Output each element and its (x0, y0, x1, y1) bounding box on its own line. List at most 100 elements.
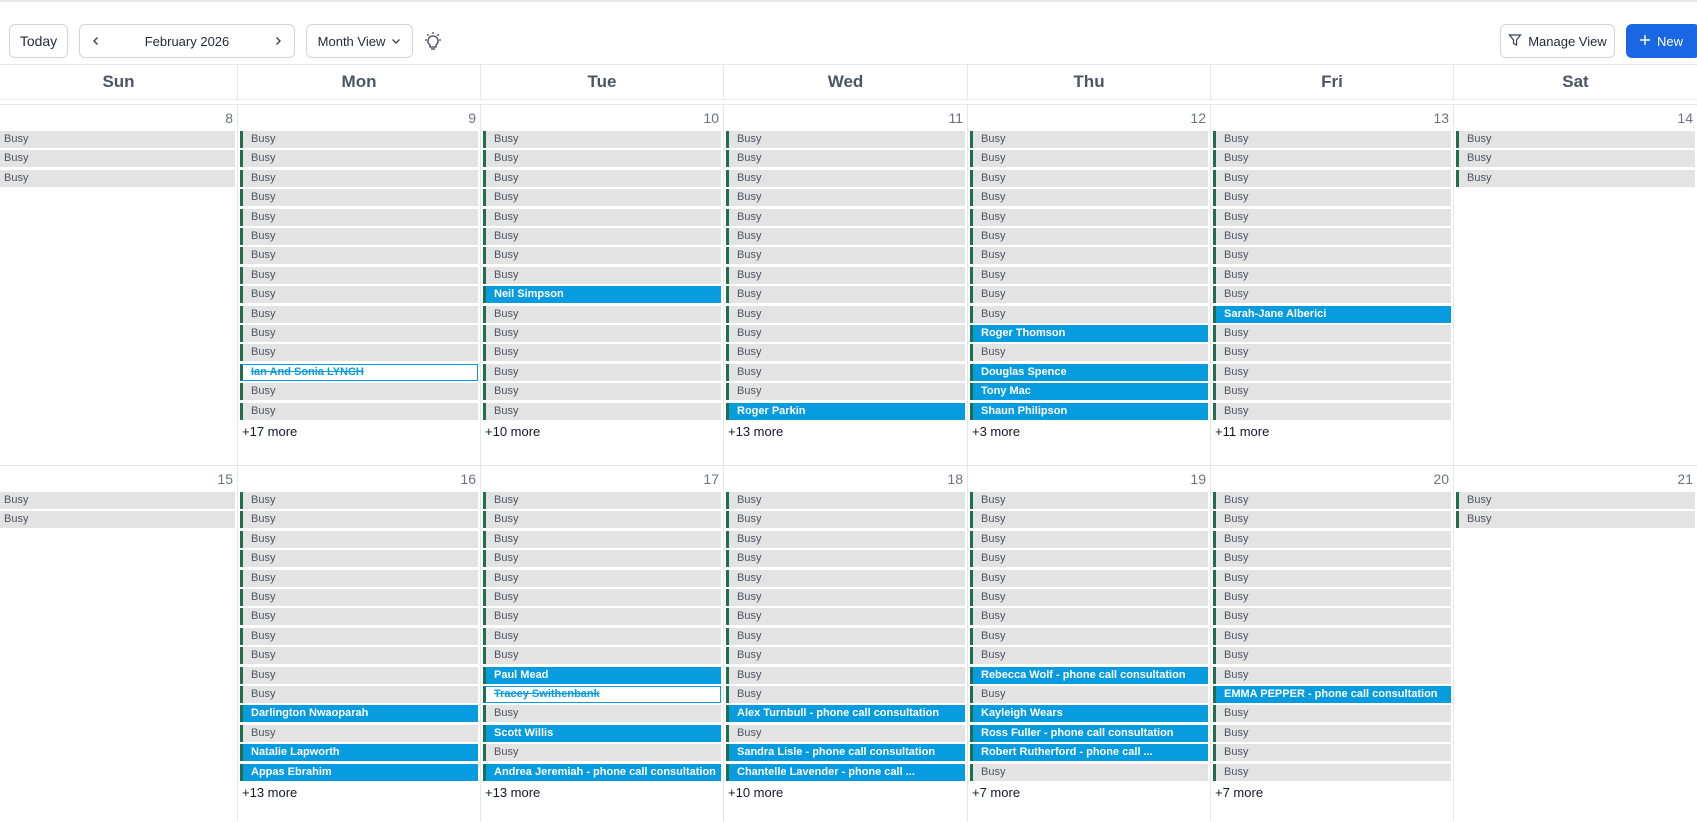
busy-event[interactable]: Busy (1213, 402, 1451, 420)
day-cell-21[interactable]: 21 Busy Busy (1454, 466, 1697, 822)
busy-event[interactable]: Busy (240, 344, 478, 362)
busy-event[interactable]: Busy (1213, 744, 1451, 762)
busy-event[interactable]: Busy (1213, 150, 1451, 168)
busy-event[interactable]: Busy (483, 705, 721, 723)
busy-event[interactable]: Busy (970, 686, 1208, 703)
busy-event[interactable]: Busy (726, 266, 965, 284)
appointment-event[interactable]: Paul Mead (483, 666, 721, 684)
busy-event[interactable]: Busy (0, 492, 235, 509)
busy-event[interactable]: Busy (1456, 150, 1695, 168)
busy-event[interactable]: Busy (970, 492, 1208, 509)
new-button[interactable]: New (1626, 24, 1697, 58)
busy-event[interactable]: Busy (0, 169, 235, 187)
busy-event[interactable]: Busy (240, 589, 478, 606)
busy-event[interactable]: Busy (0, 150, 235, 168)
busy-event[interactable]: Busy (726, 666, 965, 684)
more-events-link[interactable]: +3 more (972, 424, 1020, 439)
day-cell-11[interactable]: 11 Busy Busy Busy Busy Busy Busy Busy Busy Busy Bu… (724, 105, 968, 466)
busy-event[interactable]: Busy (240, 550, 478, 568)
busy-event[interactable]: Busy (726, 131, 965, 148)
appointment-event[interactable]: Chantelle Lavender - phone call ... (726, 763, 965, 781)
busy-event[interactable]: Busy (726, 383, 965, 401)
appointment-event[interactable]: Alex Turnbull - phone call consultation (726, 705, 965, 723)
more-events-link[interactable]: +17 more (242, 424, 297, 439)
busy-event[interactable]: Busy (726, 511, 965, 529)
busy-event[interactable]: Busy (726, 169, 965, 187)
more-events-link[interactable]: +13 more (728, 424, 783, 439)
busy-event[interactable]: Busy (1213, 247, 1451, 265)
busy-event[interactable]: Busy (1456, 492, 1695, 509)
busy-event[interactable]: Busy (1213, 344, 1451, 362)
busy-event[interactable]: Busy (1213, 492, 1451, 509)
busy-event[interactable]: Busy (970, 286, 1208, 304)
busy-event[interactable]: Busy (240, 169, 478, 187)
appointment-event[interactable]: EMMA PEPPER - phone call consultation (1213, 686, 1451, 703)
busy-event[interactable]: Busy (240, 325, 478, 342)
busy-event[interactable]: Busy (726, 492, 965, 509)
more-events-link[interactable]: +7 more (1215, 785, 1263, 800)
day-cell-19[interactable]: 19 Busy Busy Busy Busy Busy Busy Busy Busy Busy Re… (968, 466, 1211, 822)
busy-event[interactable]: Busy (726, 228, 965, 245)
appointment-event[interactable]: Darlington Nwaoparah (240, 705, 478, 723)
busy-event[interactable]: Busy (1213, 266, 1451, 284)
busy-event[interactable]: Busy (726, 247, 965, 265)
busy-event[interactable]: Busy (726, 589, 965, 606)
day-cell-8[interactable]: 8 Busy Busy Busy (0, 105, 238, 466)
busy-event[interactable]: Busy (483, 511, 721, 529)
busy-event[interactable]: Busy (483, 608, 721, 626)
appointment-event[interactable]: Sarah-Jane Alberici (1213, 305, 1451, 323)
busy-event[interactable]: Busy (483, 325, 721, 342)
busy-event[interactable]: Busy (970, 647, 1208, 665)
busy-event[interactable]: Busy (726, 608, 965, 626)
appointment-event[interactable]: Scott Willis (483, 724, 721, 742)
busy-event[interactable]: Busy (726, 550, 965, 568)
busy-event[interactable]: Busy (483, 550, 721, 568)
more-events-link[interactable]: +13 more (485, 785, 540, 800)
busy-event[interactable]: Busy (726, 286, 965, 304)
busy-event[interactable]: Busy (483, 344, 721, 362)
busy-event[interactable]: Busy (970, 344, 1208, 362)
busy-event[interactable]: Busy (240, 228, 478, 245)
busy-event[interactable]: Busy (970, 627, 1208, 645)
day-cell-16[interactable]: 16 Busy Busy Busy Busy Busy Busy Busy Busy Busy Bu… (238, 466, 481, 822)
busy-event[interactable]: Busy (1213, 169, 1451, 187)
busy-event[interactable]: Busy (970, 247, 1208, 265)
busy-event[interactable]: Busy (240, 383, 478, 401)
busy-event[interactable]: Busy (970, 305, 1208, 323)
busy-event[interactable]: Busy (240, 131, 478, 148)
busy-event[interactable]: Busy (483, 530, 721, 548)
busy-event[interactable]: Busy (483, 189, 721, 207)
busy-event[interactable]: Busy (1213, 705, 1451, 723)
busy-event[interactable]: Busy (483, 492, 721, 509)
busy-event[interactable]: Busy (483, 266, 721, 284)
busy-event[interactable]: Busy (1213, 363, 1451, 381)
busy-event[interactable]: Busy (970, 763, 1208, 781)
busy-event[interactable]: Busy (240, 189, 478, 207)
appointment-event[interactable]: Sandra Lisle - phone call consultation (726, 744, 965, 762)
busy-event[interactable]: Busy (483, 150, 721, 168)
busy-event[interactable]: Busy (240, 511, 478, 529)
more-events-link[interactable]: +7 more (972, 785, 1020, 800)
busy-event[interactable]: Busy (1213, 325, 1451, 342)
busy-event[interactable]: Busy (726, 344, 965, 362)
busy-event[interactable]: Busy (1456, 169, 1695, 187)
busy-event[interactable]: Busy (970, 150, 1208, 168)
busy-event[interactable]: Busy (1213, 589, 1451, 606)
day-cell-12[interactable]: 12 Busy Busy Busy Busy Busy Busy Busy Busy Busy Bu… (968, 105, 1211, 466)
busy-event[interactable]: Busy (1213, 763, 1451, 781)
busy-event[interactable]: Busy (483, 363, 721, 381)
busy-event[interactable]: Busy (726, 189, 965, 207)
busy-event[interactable]: Busy (240, 724, 478, 742)
appointment-event[interactable]: Tony Mac (970, 383, 1208, 401)
busy-event[interactable]: Busy (483, 569, 721, 587)
appointment-event[interactable]: Rebecca Wolf - phone call consultation (970, 666, 1208, 684)
busy-event[interactable]: Busy (1213, 569, 1451, 587)
busy-event[interactable]: Busy (970, 511, 1208, 529)
busy-event[interactable]: Busy (726, 325, 965, 342)
busy-event[interactable]: Busy (483, 627, 721, 645)
busy-event[interactable]: Busy (1213, 208, 1451, 226)
busy-event[interactable]: Busy (483, 589, 721, 606)
busy-event[interactable]: Busy (970, 530, 1208, 548)
busy-event[interactable]: Busy (970, 208, 1208, 226)
chevron-left-icon[interactable] (88, 33, 104, 49)
